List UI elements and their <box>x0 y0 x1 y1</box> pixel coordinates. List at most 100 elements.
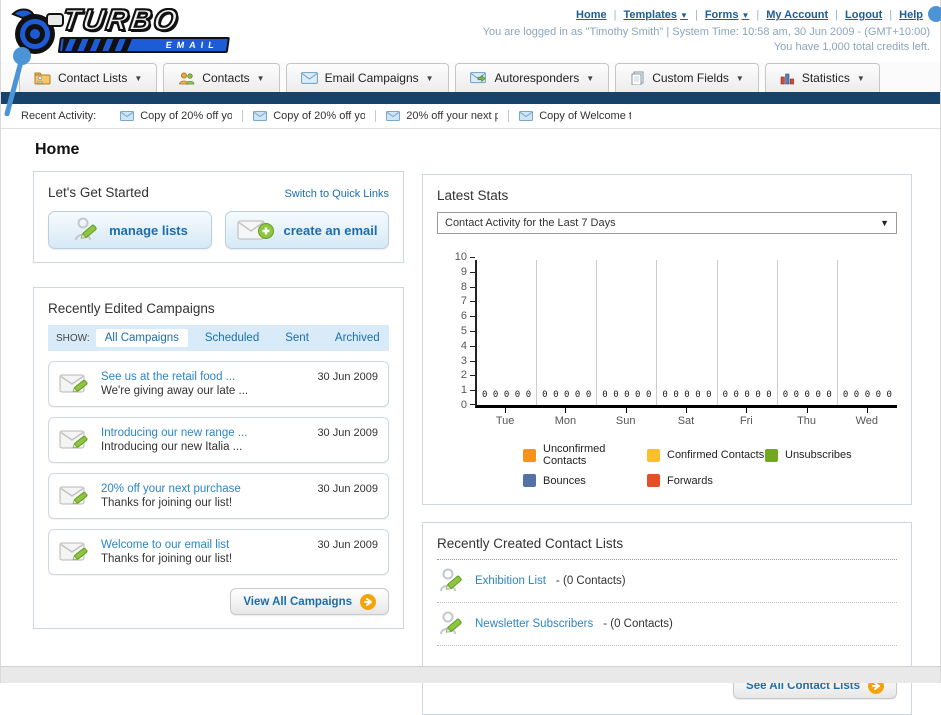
chevron-down-icon: ▼ <box>256 73 265 83</box>
y-axis-label: 9 <box>460 266 467 278</box>
main-nav-tab-custom-fields[interactable]: Custom Fields ▼ <box>615 63 759 92</box>
y-axis-label: 2 <box>460 369 467 381</box>
x-axis-tick <box>505 408 507 413</box>
campaign-title-link[interactable]: 20% off your next purchase <box>101 483 307 495</box>
recent-activity-text: Copy of 20% off yo <box>273 110 366 122</box>
campaign-list-item[interactable]: 20% off your next purchase Thanks for joi… <box>48 473 389 519</box>
legend-swatch <box>647 474 660 487</box>
main-nav: Contact Lists ▼ Contacts ▼ Email Campaigns ▼ A… <box>1 62 940 92</box>
campaign-title-link[interactable]: Welcome to our email list <box>101 539 307 551</box>
legend-item: Confirmed Contacts <box>647 443 765 467</box>
y-axis-label: 5 <box>460 325 467 337</box>
main-nav-tab-contacts[interactable]: Contacts ▼ <box>163 63 280 92</box>
envelope-icon <box>300 72 318 84</box>
view-all-campaigns-button[interactable]: View All Campaigns <box>230 588 389 615</box>
campaign-list-item[interactable]: Welcome to our email list Thanks for join… <box>48 529 389 575</box>
contact-list-name-link[interactable]: Exhibition List <box>475 575 546 587</box>
turbo-email-logo[interactable]: TURBO EMAIL <box>9 3 239 58</box>
top-nav-link-help[interactable]: Help <box>899 9 923 21</box>
envelope-pencil-icon <box>59 483 91 509</box>
campaign-filter-scheduled[interactable]: Scheduled <box>196 329 268 347</box>
latest-stats-title: Latest Stats <box>437 188 509 203</box>
button-label: manage lists <box>109 222 188 238</box>
tab-label: Autoresponders <box>494 71 580 85</box>
contact-list-name-link[interactable]: Newsletter Subscribers <box>475 618 593 630</box>
chart-value-labels: 00000 <box>782 390 832 400</box>
envelope-small-icon <box>386 111 401 121</box>
y-axis-tick <box>470 375 475 376</box>
legend-swatch <box>523 474 536 487</box>
y-axis-tick <box>470 346 475 347</box>
top-nav-link-logout[interactable]: Logout <box>845 9 882 21</box>
contact-list-item[interactable]: Newsletter Subscribers - (0 Contacts) <box>437 603 897 646</box>
main-nav-tab-autoresponders[interactable]: Autoresponders ▼ <box>454 63 610 92</box>
main-nav-tab-contact-lists[interactable]: Contact Lists ▼ <box>19 63 158 92</box>
campaign-info: See us at the retail food ... We're givin… <box>101 371 307 397</box>
top-nav-separator: | <box>694 9 698 21</box>
top-nav-separator: | <box>889 9 893 21</box>
main-nav-tab-email-campaigns[interactable]: Email Campaigns ▼ <box>285 63 449 92</box>
legend-label: Unsubscribes <box>785 449 852 461</box>
top-nav-link-home[interactable]: Home <box>576 9 607 21</box>
campaign-title-link[interactable]: See us at the retail food ... <box>101 371 307 383</box>
x-axis-tick <box>866 408 868 413</box>
campaign-filter-sent[interactable]: Sent <box>276 329 318 347</box>
tab-label: Contact Lists <box>58 71 128 85</box>
legend-item: Forwards <box>647 474 765 487</box>
top-nav-link-templates[interactable]: Templates ▼ <box>623 9 688 21</box>
legend-item: Unconfirmed Contacts <box>523 443 647 467</box>
navy-divider-bar <box>1 92 940 104</box>
x-axis-label: Mon <box>535 408 595 427</box>
campaign-subject: We're giving away our late ... <box>101 385 249 397</box>
envelope-pencil-icon <box>59 371 91 397</box>
stats-report-select[interactable]: Contact Activity for the Last 7 Days ▼ <box>437 212 897 234</box>
top-nav-separator: | <box>835 9 839 21</box>
chart-plot-area: 10 9 8 7 6 5 4 3 2 1 0 0 0 0 0 0 0 0 0 0 0 0 0 0 0 0 0 0 0 0 0 0 0 0 0 0 0 0 0… <box>455 252 897 411</box>
top-nav-link-my-account[interactable]: My Account <box>766 9 828 21</box>
campaign-filter-all-campaigns[interactable]: All Campaigns <box>95 329 188 347</box>
page-root: TURBO EMAIL Home | Templates ▼ | Forms ▼ | My Ac… <box>0 0 941 715</box>
bar-chart-icon <box>780 72 795 85</box>
x-axis-label: Fri <box>716 408 776 427</box>
manage-lists-button[interactable]: manage lists <box>48 211 212 249</box>
campaign-subject: Introducing our new Italia ... <box>101 441 243 453</box>
main-nav-tab-statistics[interactable]: Statistics ▼ <box>764 63 880 92</box>
top-nav: Home | Templates ▼ | Forms ▼ | My Account | Logout… <box>576 9 923 21</box>
x-axis-tick <box>685 408 687 413</box>
chevron-down-icon: ▼ <box>680 10 688 20</box>
switch-quick-links-link[interactable]: Switch to Quick Links <box>284 188 389 200</box>
tab-label: Statistics <box>801 71 850 85</box>
recent-activity-item[interactable]: Copy of Welcome to <box>509 110 641 122</box>
contact-list-item[interactable]: Exhibition List - (0 Contacts) <box>437 560 897 603</box>
contact-list-count: - (0 Contacts) <box>555 575 626 587</box>
chart-day-group: 00000 <box>477 260 536 405</box>
folder-user-icon <box>34 71 51 85</box>
tab-label: Custom Fields <box>652 71 729 85</box>
recent-activity-label: Recent Activity: <box>21 110 97 122</box>
recent-activity-items: Copy of 20% off yo Copy of 20% off yo 20% … <box>110 110 641 122</box>
pages-icon <box>630 71 645 85</box>
campaign-list-item[interactable]: See us at the retail food ... We're givin… <box>48 361 389 407</box>
y-axis-tick <box>470 316 475 317</box>
recent-campaigns-panel: Recently Edited Campaigns SHOW: All Camp… <box>33 287 404 629</box>
recent-contact-lists-panel: Recently Created Contact Lists Exhibitio… <box>422 522 912 715</box>
chart-legend: Unconfirmed Contacts Confirmed Contacts Un… <box>523 443 897 487</box>
recent-activity-item[interactable]: Copy of 20% off yo <box>243 110 377 122</box>
top-nav-link-forms[interactable]: Forms ▼ <box>705 9 750 21</box>
campaign-filter-archived[interactable]: Archived <box>326 329 389 347</box>
chart-x-axis: Tue Mon Sun Sat Fri Thu Wed <box>475 408 897 427</box>
chart-day-group: 00000 <box>596 260 656 405</box>
campaign-list-item[interactable]: Introducing our new range ... Introducing… <box>48 417 389 463</box>
recent-activity-item[interactable]: 20% off your next p <box>376 110 510 122</box>
create-an-email-button[interactable]: create an email <box>225 211 389 249</box>
help-bubble-icon[interactable] <box>928 5 941 22</box>
chart-value-labels: 00000 <box>482 390 532 400</box>
recent-campaigns-title: Recently Edited Campaigns <box>48 301 215 316</box>
recent-activity-item[interactable]: Copy of 20% off yo <box>110 110 244 122</box>
logo-text-email: EMAIL <box>165 40 220 50</box>
campaign-title-link[interactable]: Introducing our new range ... <box>101 427 307 439</box>
chevron-down-icon: ▼ <box>741 10 750 20</box>
tab-label: Email Campaigns <box>324 71 419 85</box>
chevron-down-icon: ▼ <box>735 73 744 83</box>
y-axis-label: 7 <box>460 295 467 307</box>
